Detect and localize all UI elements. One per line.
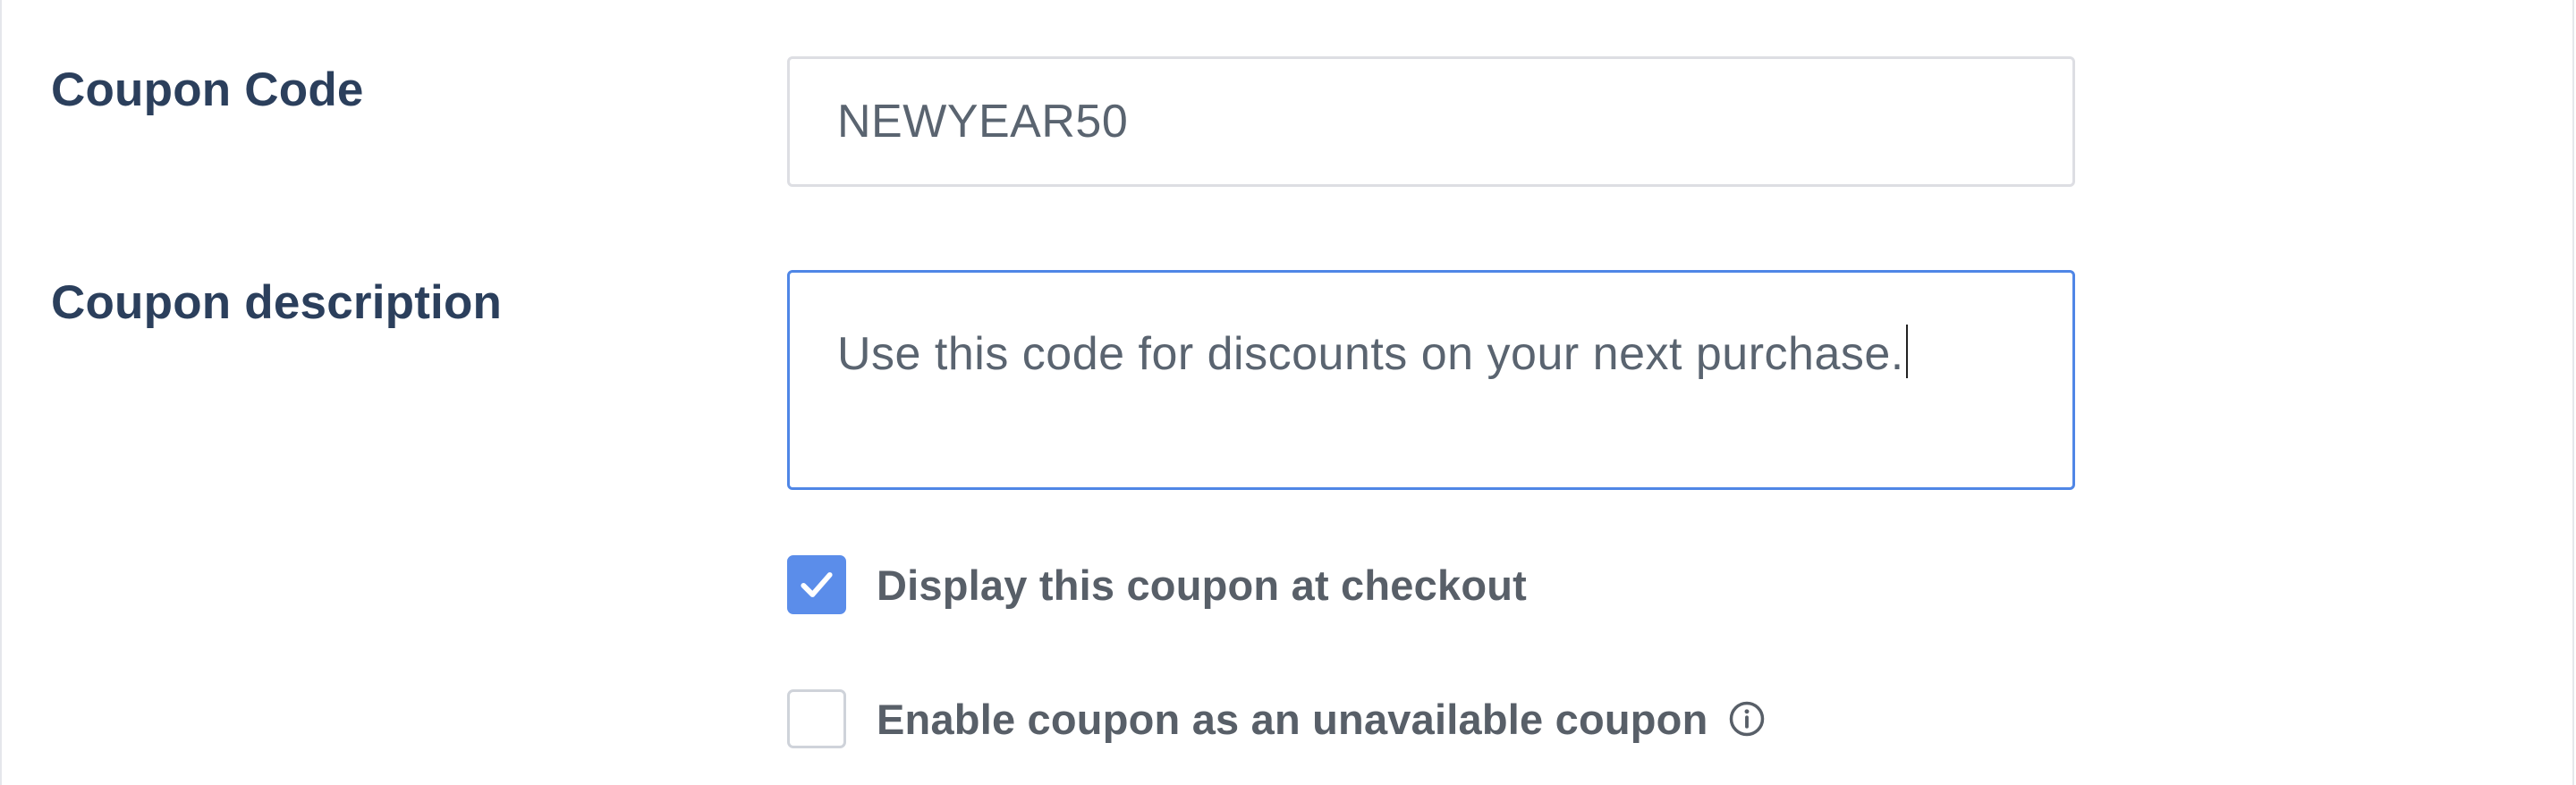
coupon-form-panel: Coupon Code NEWYEAR50 Coupon description… [0, 0, 2574, 785]
coupon-code-label: Coupon Code [51, 63, 364, 116]
display-at-checkout-checkbox[interactable] [787, 555, 846, 614]
coupon-code-input[interactable]: NEWYEAR50 [787, 56, 2075, 187]
enable-unavailable-checkbox[interactable] [787, 689, 846, 748]
enable-unavailable-label: Enable coupon as an unavailable coupon [877, 695, 1708, 743]
coupon-description-label: Coupon description [51, 276, 503, 329]
display-at-checkout-label: Display this coupon at checkout [877, 561, 1527, 609]
info-circle-icon[interactable] [1728, 700, 1766, 738]
coupon-description-text: Use this code for discounts on your next… [837, 328, 1904, 380]
display-at-checkout-option[interactable]: Display this coupon at checkout [787, 555, 1527, 614]
coupon-description-textarea[interactable]: Use this code for discounts on your next… [787, 270, 2075, 490]
checkmark-icon [801, 572, 833, 597]
text-caret [1905, 325, 1908, 378]
enable-unavailable-option[interactable]: Enable coupon as an unavailable coupon [787, 689, 1766, 748]
